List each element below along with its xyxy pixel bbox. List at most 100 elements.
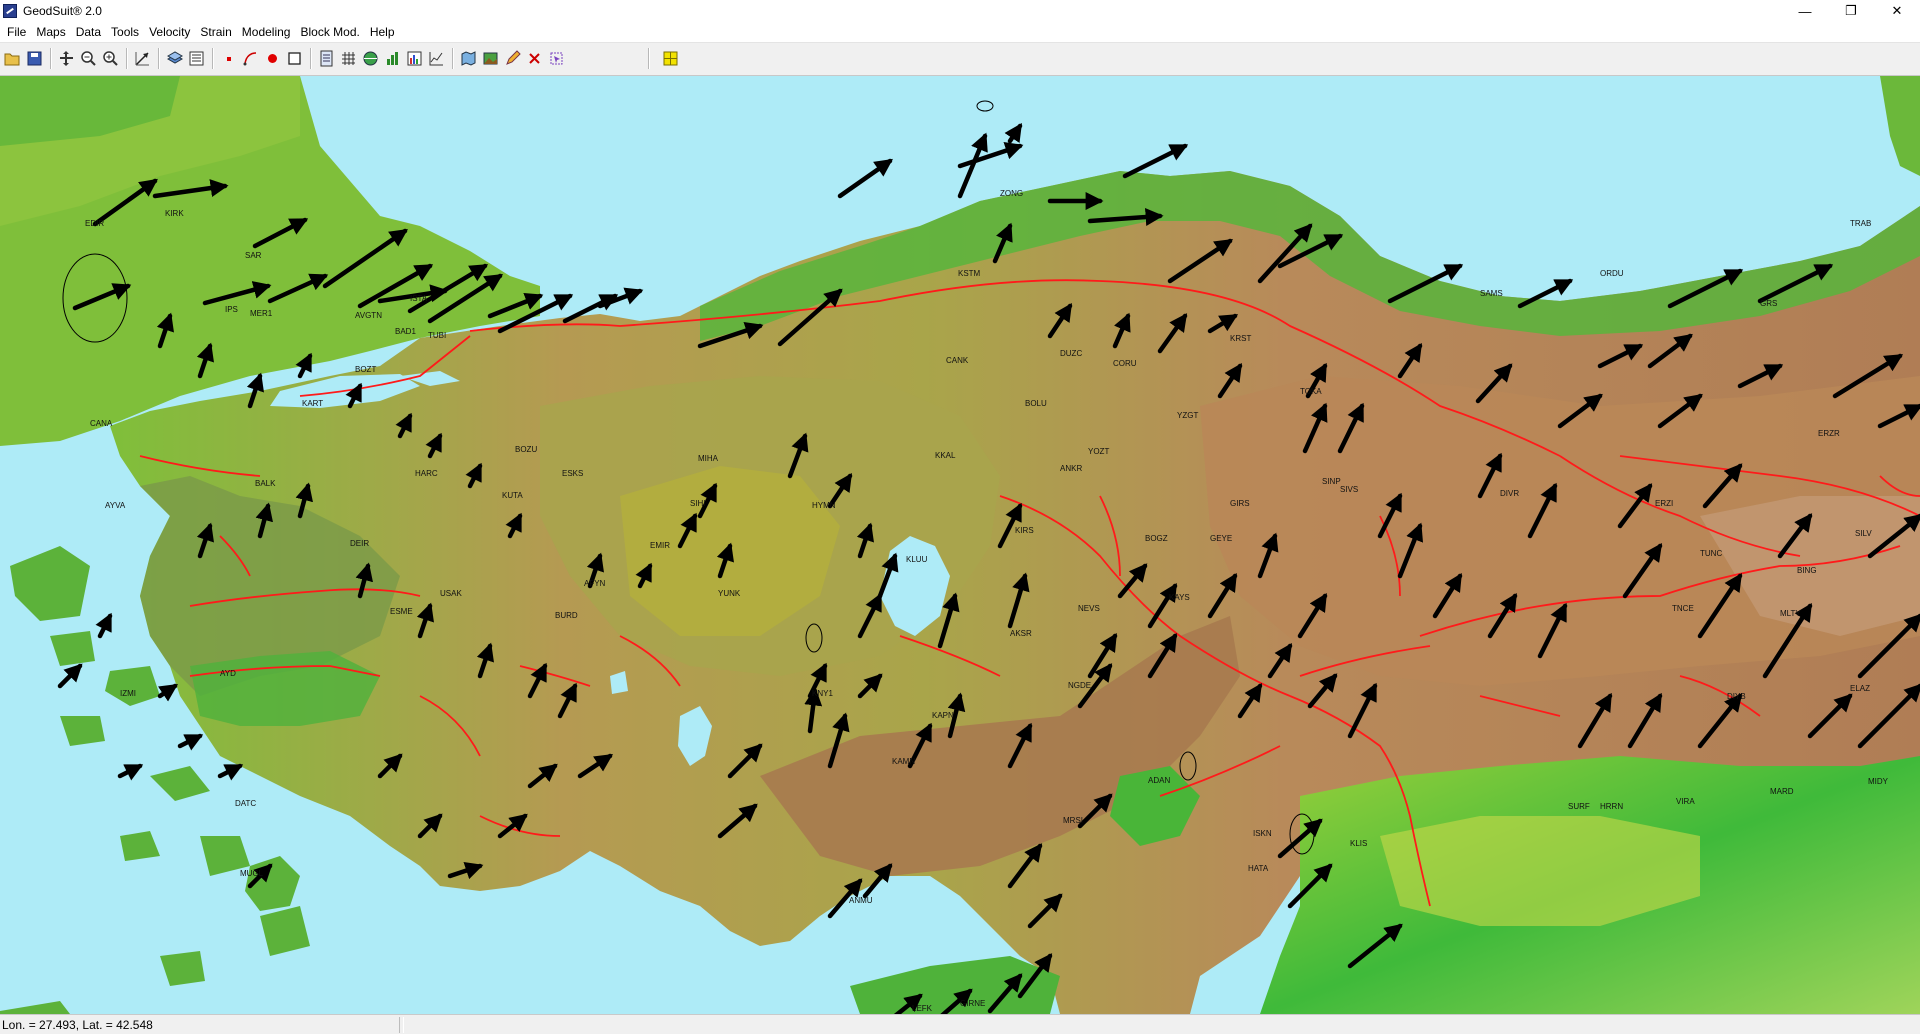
station-label: KAPN: [932, 711, 954, 720]
minimize-button[interactable]: —: [1782, 0, 1828, 22]
station-label: BOZU: [515, 445, 537, 454]
save-icon[interactable]: [24, 48, 45, 69]
station-label: NGDE: [1068, 681, 1091, 690]
station-label: DATC: [235, 799, 256, 808]
station-label: BURD: [555, 611, 578, 620]
station-label: CANA: [90, 419, 113, 428]
station-label: GRS: [1760, 299, 1777, 308]
window-controls: — ❐ ✕: [1782, 0, 1920, 22]
station-label: KAYS: [1169, 593, 1190, 602]
station-label: SIVS: [1340, 485, 1358, 494]
station-label: AYVA: [105, 501, 126, 510]
station-label: GIRS: [1230, 499, 1250, 508]
station-label: CANK: [946, 356, 969, 365]
station-label: NEVS: [1078, 604, 1100, 613]
station-label: GIRNE: [960, 999, 985, 1008]
grid-file-icon[interactable]: [316, 48, 337, 69]
menu-file[interactable]: File: [0, 22, 31, 42]
stack-icon[interactable]: [186, 48, 207, 69]
image-icon[interactable]: [480, 48, 501, 69]
station-label: ISTA: [410, 294, 428, 303]
station-label: KNY1: [812, 689, 833, 698]
delete-icon[interactable]: [524, 48, 545, 69]
syrian-plain: [1380, 816, 1700, 926]
station-label: ERZR: [1818, 429, 1840, 438]
station-label: TUNC: [1700, 549, 1722, 558]
menu-data[interactable]: Data: [71, 22, 106, 42]
point-icon[interactable]: [218, 48, 239, 69]
menu-modeling[interactable]: Modeling: [237, 22, 296, 42]
station-label: IZMI: [120, 689, 136, 698]
curve-icon[interactable]: [240, 48, 261, 69]
station-label: HYMN: [812, 501, 836, 510]
station-label: HATA: [1248, 864, 1269, 873]
station-label: KKAL: [935, 451, 956, 460]
globe-icon[interactable]: [360, 48, 381, 69]
yellow-grid-icon[interactable]: [660, 48, 681, 69]
chart-icon[interactable]: [382, 48, 403, 69]
map-icon[interactable]: [458, 48, 479, 69]
station-label: TUBI: [428, 331, 446, 340]
menu-help[interactable]: Help: [365, 22, 400, 42]
station-label: MUGL: [240, 869, 264, 878]
station-label: ANKR: [1060, 464, 1082, 473]
station-label: KIRS: [1015, 526, 1034, 535]
station-label: KUTA: [502, 491, 523, 500]
menu-maps[interactable]: Maps: [31, 22, 70, 42]
red-dot-icon[interactable]: [262, 48, 283, 69]
station-label: ESME: [390, 607, 413, 616]
station-label: MARD: [1770, 787, 1794, 796]
station-label: ESKS: [562, 469, 583, 478]
station-label: EDIR: [85, 219, 104, 228]
station-label: CORU: [1113, 359, 1137, 368]
station-label: KIRK: [165, 209, 184, 218]
zoom-out-icon[interactable]: [78, 48, 99, 69]
station-label: TRAB: [1850, 219, 1871, 228]
station-label: AVGTN: [355, 311, 382, 320]
velocity-plot-icon[interactable]: [132, 48, 153, 69]
station-label: AKSR: [1010, 629, 1032, 638]
station-label: EMIR: [650, 541, 670, 550]
grid-icon[interactable]: [338, 48, 359, 69]
station-label: KLUU: [906, 555, 928, 564]
zoom-in-icon[interactable]: [100, 48, 121, 69]
station-label: SAMS: [1480, 289, 1503, 298]
station-label: MRSI: [1063, 816, 1083, 825]
station-label: DIVR: [1500, 489, 1519, 498]
map-canvas[interactable]: EDIR KIRK SAR IPS MER1 AVGTN BAD1 ISTA TUBI BOZT K…: [0, 76, 1920, 1014]
toolbar: [0, 43, 1920, 76]
station-label: HRRN: [1600, 802, 1623, 811]
station-label: MER1: [250, 309, 273, 318]
restore-button[interactable]: ❐: [1828, 0, 1874, 22]
menu-velocity[interactable]: Velocity: [144, 22, 195, 42]
close-button[interactable]: ✕: [1874, 0, 1920, 22]
station-label: SURF: [1568, 802, 1590, 811]
station-label: SINP: [1322, 477, 1341, 486]
station-label: DUZC: [1060, 349, 1082, 358]
station-label: AYD: [220, 669, 236, 678]
station-label: BALK: [255, 479, 276, 488]
status-message: [403, 1017, 1920, 1033]
bar-chart-icon[interactable]: [404, 48, 425, 69]
open-folder-icon[interactable]: [2, 48, 23, 69]
graph-icon[interactable]: [426, 48, 447, 69]
station-label: TNCE: [1672, 604, 1694, 613]
pencil-icon[interactable]: [502, 48, 523, 69]
station-label: DIYB: [1727, 692, 1746, 701]
pan-icon[interactable]: [56, 48, 77, 69]
station-label: YUNK: [718, 589, 741, 598]
station-label: KAMN: [892, 757, 915, 766]
station-label: MIDY: [1868, 777, 1889, 786]
select-icon[interactable]: [546, 48, 567, 69]
menu-tools[interactable]: Tools: [106, 22, 144, 42]
station-label: VIRA: [1676, 797, 1695, 806]
station-label: YZGT: [1177, 411, 1198, 420]
topography-map[interactable]: EDIR KIRK SAR IPS MER1 AVGTN BAD1 ISTA TUBI BOZT K…: [0, 76, 1920, 1014]
menu-strain[interactable]: Strain: [195, 22, 236, 42]
station-label: SIHI: [690, 499, 706, 508]
station-label: ADAN: [1148, 776, 1170, 785]
station-label: DEIR: [350, 539, 369, 548]
layers-icon[interactable]: [164, 48, 185, 69]
menu-block-mod[interactable]: Block Mod.: [295, 22, 364, 42]
rectangle-icon[interactable]: [284, 48, 305, 69]
